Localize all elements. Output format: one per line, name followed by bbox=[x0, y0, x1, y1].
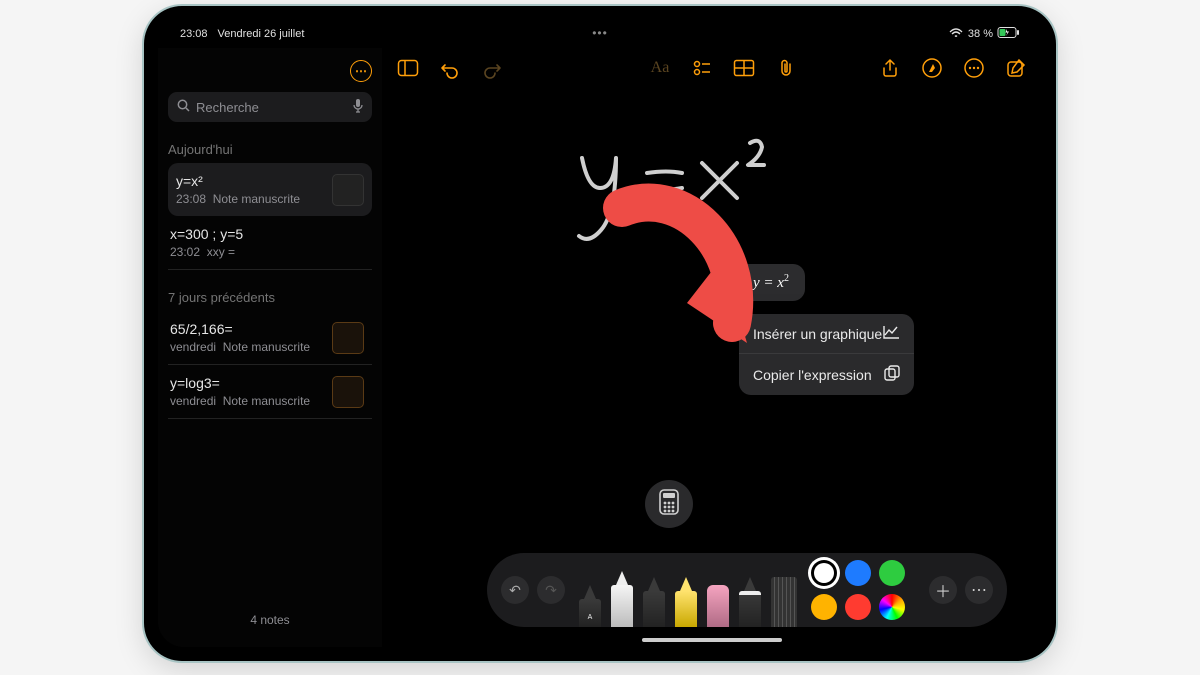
tool-lasso[interactable] bbox=[739, 577, 761, 627]
color-green[interactable] bbox=[879, 560, 905, 586]
color-picker[interactable] bbox=[879, 594, 905, 620]
note-time: vendredi bbox=[170, 394, 216, 408]
tool-marker[interactable] bbox=[643, 577, 665, 627]
note-title: y=log3= bbox=[170, 375, 324, 391]
note-canvas[interactable]: Aa bbox=[382, 48, 1042, 647]
menu-copy-expression[interactable]: Copier l'expression bbox=[739, 353, 914, 395]
palette-redo-button[interactable]: ↷ bbox=[537, 576, 565, 604]
menu-insert-graph[interactable]: Insérer un graphique bbox=[739, 314, 914, 353]
note-item[interactable]: 65/2,166= vendredi Note manuscrite bbox=[168, 311, 372, 365]
note-title: y=x² bbox=[176, 173, 324, 189]
menu-label: Copier l'expression bbox=[753, 367, 872, 383]
section-today: Aujourd'hui bbox=[168, 142, 372, 157]
sidebar-more-button[interactable]: ⋯ bbox=[350, 60, 372, 82]
palette-undo-button[interactable]: ↶ bbox=[501, 576, 529, 604]
checklist-icon[interactable] bbox=[692, 58, 712, 78]
search-icon bbox=[177, 99, 190, 115]
status-date: Vendredi 26 juillet bbox=[218, 28, 305, 40]
line-chart-icon bbox=[883, 325, 900, 342]
search-input[interactable]: Recherche bbox=[168, 92, 372, 122]
note-time: 23:02 bbox=[170, 245, 200, 259]
home-indicator[interactable] bbox=[642, 638, 782, 642]
menu-label: Insérer un graphique bbox=[753, 326, 882, 342]
table-icon[interactable] bbox=[734, 58, 754, 78]
main-toolbar: Aa bbox=[382, 48, 1042, 88]
tool-eraser[interactable] bbox=[707, 585, 729, 627]
search-placeholder: Recherche bbox=[196, 100, 347, 115]
context-menu: Insérer un graphique Copier l'expression bbox=[739, 314, 914, 395]
tool-highlighter[interactable] bbox=[675, 577, 697, 627]
note-thumbnail bbox=[332, 322, 364, 354]
multitask-dots[interactable]: ••• bbox=[592, 26, 608, 40]
compose-icon[interactable] bbox=[1006, 58, 1026, 78]
copy-icon bbox=[884, 365, 900, 384]
note-item[interactable]: y=x² 23:08 Note manuscrite bbox=[168, 163, 372, 216]
mic-icon[interactable] bbox=[353, 99, 363, 116]
tool-tray: A bbox=[579, 553, 797, 627]
note-subtitle: xxy = bbox=[207, 245, 235, 259]
screen: 23:08 Vendredi 26 juillet ••• 38 % bbox=[158, 20, 1042, 647]
note-title: 65/2,166= bbox=[170, 321, 324, 337]
battery-icon bbox=[998, 27, 1020, 41]
handwritten-equation bbox=[562, 138, 782, 253]
notes-sidebar: ⋯ Recherche Aujourd'hui y=x² bbox=[158, 48, 382, 647]
expr-exp: 2 bbox=[784, 273, 789, 284]
note-item[interactable]: x=300 ; y=5 23:02 xxy = bbox=[168, 216, 372, 270]
calculator-icon bbox=[659, 489, 679, 520]
redo-icon[interactable] bbox=[482, 58, 502, 78]
more-icon[interactable] bbox=[964, 58, 984, 78]
battery-percent: 38 % bbox=[968, 28, 993, 40]
status-time: 23:08 bbox=[180, 28, 208, 40]
note-title: x=300 ; y=5 bbox=[170, 226, 364, 242]
expr-rhs: x bbox=[777, 275, 784, 291]
expression-chip[interactable]: y = x2 bbox=[737, 264, 805, 301]
color-red[interactable] bbox=[845, 594, 871, 620]
wifi-icon bbox=[949, 28, 963, 41]
note-item[interactable]: y=log3= vendredi Note manuscrite bbox=[168, 365, 372, 419]
note-subtitle: Note manuscrite bbox=[223, 340, 310, 354]
share-icon[interactable] bbox=[880, 58, 900, 78]
color-yellow[interactable] bbox=[811, 594, 837, 620]
note-time: 23:08 bbox=[176, 192, 206, 206]
palette-more-button[interactable]: ⋯ bbox=[965, 576, 993, 604]
color-blue[interactable] bbox=[845, 560, 871, 586]
sidebar-toggle-icon[interactable] bbox=[398, 58, 418, 78]
calculator-button[interactable] bbox=[645, 480, 693, 528]
notes-count: 4 notes bbox=[168, 605, 372, 635]
color-white[interactable] bbox=[811, 560, 837, 586]
note-thumbnail bbox=[332, 174, 364, 206]
color-swatches bbox=[811, 560, 915, 620]
note-subtitle: Note manuscrite bbox=[223, 394, 310, 408]
attachment-icon[interactable] bbox=[776, 58, 796, 78]
undo-icon[interactable] bbox=[440, 58, 460, 78]
tool-pen-fine[interactable]: A bbox=[579, 585, 601, 627]
note-subtitle: Note manuscrite bbox=[213, 192, 300, 206]
markup-icon[interactable] bbox=[922, 58, 942, 78]
tool-ruler[interactable] bbox=[771, 577, 797, 627]
add-tool-button[interactable]: ＋ bbox=[929, 576, 957, 604]
section-seven-days: 7 jours précédents bbox=[168, 290, 372, 305]
expr-lhs: y bbox=[753, 275, 760, 291]
note-time: vendredi bbox=[170, 340, 216, 354]
text-format-icon[interactable]: Aa bbox=[650, 58, 670, 78]
status-bar: 23:08 Vendredi 26 juillet ••• 38 % bbox=[158, 20, 1042, 48]
ipad-frame: 23:08 Vendredi 26 juillet ••• 38 % bbox=[144, 6, 1056, 661]
tool-pen-white[interactable] bbox=[611, 571, 633, 627]
note-thumbnail bbox=[332, 376, 364, 408]
drawing-palette: ↶ ↷ A bbox=[487, 553, 1007, 627]
